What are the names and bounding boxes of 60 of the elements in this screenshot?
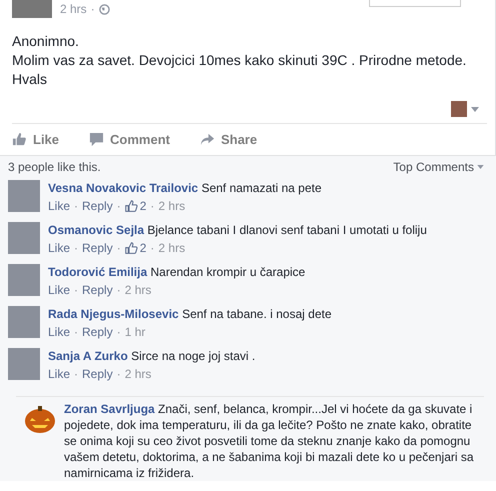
separator-dot: · [116,366,121,383]
reply-link[interactable]: Reply [82,238,113,258]
comment-time[interactable]: 1 hr [124,322,146,342]
comment-text: Todorović Emilija Narendan krompir u čarapice [48,264,306,280]
like-count[interactable]: 2 [140,238,146,258]
avatar-photo[interactable] [8,306,40,338]
profile-photo [12,0,52,18]
like-link[interactable]: Like [48,322,70,342]
comment-text: Sanja A Zurko Sirce na noge joj stavi . [48,348,256,364]
separator-dot: · [116,324,121,341]
post-text: Anonimno. [12,32,80,51]
like-link[interactable]: Like [48,280,70,300]
comment-text: Rada Njegus-Milosevic Senf na tabane. i nosaj dete [48,306,332,322]
top-comments-dropdown[interactable]: Top Comments [393,160,484,174]
comment-text: Osmanovic Sejla Bjelance tabani I dlanovi senf tabani I umotati u foliju [48,222,427,238]
like-button[interactable]: Like [12,132,60,147]
avatar-photo[interactable] [8,222,40,254]
likes-summary[interactable]: 3 people like this. [8,160,101,174]
comment-text: Vesna Novakovic Trailovic Senf namazati na pete [48,180,322,196]
reply-link[interactable]: Reply [82,196,113,216]
share-arrow-icon [200,132,215,147]
avatar-photo[interactable] [8,264,40,296]
speech-bubble-icon [89,132,104,147]
separator-dot: · [150,240,154,257]
comment-time[interactable]: 2 hrs [124,364,152,384]
separator-dot: · [116,240,121,257]
like-count[interactable]: 2 [140,196,146,216]
post-text: Molim vas za savet. Devojcici 10mes kako skinuti 39C . Prirodne metode. [12,51,468,70]
comment-button[interactable]: Comment [89,132,170,147]
comment-time[interactable]: 2 hrs [158,238,186,258]
post-time[interactable]: 2 hrs [60,2,87,16]
like-link[interactable]: Like [48,364,70,384]
caret-icon[interactable] [471,106,479,112]
pumpkin-icon[interactable] [24,403,56,435]
like-link[interactable]: Like [48,238,70,258]
avatar-photo[interactable] [8,348,40,380]
separator-dot: · [74,240,78,257]
separator-dot: · [150,198,154,215]
separator-dot: · [90,2,95,16]
separator-dot: · [74,366,78,383]
caret-icon [477,165,484,169]
separator-dot: · [74,324,78,341]
thumbs-up-icon [124,242,138,254]
comment-time[interactable]: 2 hrs [158,196,186,216]
reply-link[interactable]: Reply [82,364,113,384]
separator-dot: · [74,198,78,215]
comment-time[interactable]: 2 hrs [124,280,152,300]
post-text: Hvals [12,70,48,89]
comment-text: Zoran Savrljuga Znači, senf, belanca, krompir...Jel vi hoćete da ga skuvate i pojedete, dok ima temperaturu, ili da ga lečite? Pošto ne znate kako, obratite se onima koji su ceo život posvetili tome da steknu znanje kako da pomognu vašem detetu, doktorima, a ne šabanima koji bi mazali dete ko u pečenjari sa namirnicama iz frižidera. [64,401,475,481]
reply-link[interactable]: Reply [82,322,113,342]
dropdown-button[interactable] [369,0,461,7]
reply-link[interactable]: Reply [82,280,113,300]
thumbs-up-icon [124,200,138,212]
avatar-photo[interactable] [8,180,40,212]
thumbs-up-icon [12,132,27,147]
share-button[interactable]: Share [200,132,258,147]
separator-dot: · [116,282,121,299]
separator-dot: · [74,282,78,299]
like-link[interactable]: Like [48,196,70,216]
separator-dot: · [116,198,121,215]
